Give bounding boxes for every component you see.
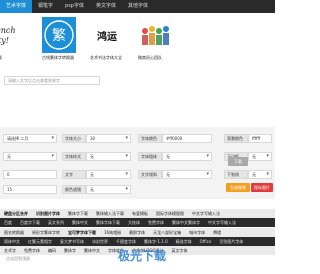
thumbnail-card[interactable]: 鸿运 艺术书法字体大全 [90, 17, 124, 63]
tag-link[interactable]: 识别图片字体 [32, 211, 64, 217]
thumbnail-caption: 下载 [0, 55, 28, 61]
tag-link[interactable]: 中文字写输入法 [204, 220, 240, 226]
thumbnail-caption: 微商初心团队 [138, 55, 162, 60]
thumbnail-caption: 古钱繁体字转换器 [42, 55, 74, 60]
thumbnail-card[interactable]: 微商初心团队 [138, 17, 172, 63]
tag-link[interactable]: 复大梦书写体 [56, 239, 88, 245]
tag-link[interactable]: 最鲜字体 [125, 230, 149, 236]
svg-text:鸿运: 鸿运 [97, 30, 117, 43]
svg-text:ench: ench [0, 26, 16, 35]
tag-link[interactable]: 国际字体模版图 [152, 211, 188, 217]
thumbnail-image: 鸿运 [90, 17, 124, 53]
font-color-label: 字体颜色 [138, 134, 162, 143]
font-color-input[interactable]: #ff0000 [162, 134, 212, 143]
save-image-button[interactable]: 保存图片 [251, 183, 273, 192]
font-bold-select[interactable]: 无 [162, 152, 212, 161]
tag-row: 图名转换器 原形字繁体字转 宝可梦字体下载 16纯相册 最鲜字体 天龙八部好宝箱… [0, 228, 275, 237]
text-label: 文字 [62, 170, 86, 179]
nav-tab-psp-font[interactable]: psp字体 [59, 0, 90, 13]
underline-label: 下划线 [224, 170, 248, 179]
tag-link[interactable]: 繁体中文 [68, 220, 92, 226]
tag-row: 百度 百度字下载 英文系列 繁体中文 繁体字体下载 大枝体 免费字体 繁体中文繁… [0, 218, 275, 227]
text-italic-label: 文字倾斜 [138, 170, 162, 179]
tag-link[interactable]: 繁体字下载 [64, 211, 92, 217]
tag-link[interactable]: 大枝体 [124, 220, 144, 226]
tag-link[interactable]: 精选字体 [172, 239, 196, 245]
tag-link[interactable]: 16纯相册 [100, 230, 125, 236]
numeric-input[interactable]: 15 [3, 185, 57, 194]
color-filter-select[interactable]: 无 [86, 185, 131, 194]
tag-link[interactable]: 繁体中文繁体字 [168, 220, 204, 226]
svg-text:ty!: ty! [0, 36, 9, 45]
tag-link[interactable]: 英文字体 [167, 248, 191, 254]
tag-link[interactable]: 城市字体 [185, 230, 209, 236]
tag-link[interactable]: 图名转换器 [0, 230, 28, 236]
thumbnail-caption: 艺术书法字体大全 [90, 55, 122, 60]
page: 艺术字体 钢笔字 psp字体 英文字体 其他字体 ench ty! 下载 繁 古… [0, 0, 275, 274]
underline-select[interactable]: 无 [248, 170, 272, 179]
tag-link[interactable]: 识别图片字体 [215, 239, 247, 245]
tag-link[interactable]: 英文系列 [44, 220, 68, 226]
tag-link[interactable]: 中文字写输入法 [188, 211, 224, 217]
tag-link[interactable]: 繁体字体下载 [92, 220, 124, 226]
nav-tab-english-font[interactable]: 英文字体 [90, 0, 122, 13]
color-filter-label: 颜色滤镜 [62, 185, 86, 194]
nav-tab-other-font[interactable]: 其他字体 [122, 0, 154, 13]
tag-link[interactable]: 免费字体 [20, 248, 44, 254]
tag-row: 硬盘分区合并 识别图片字体 繁体字下载 繁体输入法下载 有爱模板 国际字体模版图… [0, 209, 275, 218]
thumbnail-image: 繁 [42, 17, 76, 53]
nav-tab-pen-font[interactable]: 钢笔字 [32, 0, 59, 13]
bg-color-label: 背景颜色 [224, 134, 248, 143]
tag-link[interactable]: Office [196, 239, 216, 244]
text-select[interactable]: 无 [86, 170, 131, 179]
tag-link[interactable]: 冰封世界 [88, 239, 112, 245]
bottom-border-select[interactable]: 无 [248, 152, 272, 161]
thumbnail-card[interactable]: ench ty! 下载 [0, 17, 28, 63]
font-style-select[interactable]: 无 [86, 152, 131, 161]
numeric-input[interactable]: 0 [3, 170, 57, 179]
tag-link[interactable]: 简体中文 [0, 239, 24, 245]
font-size-label: 字体大小 [62, 134, 86, 143]
nav-tab-art-font[interactable]: 艺术字体 [0, 0, 33, 13]
tag-link[interactable]: 百度字下载 [16, 220, 44, 226]
tag-link[interactable]: 宝可梦字体下载 [64, 230, 100, 236]
thumbnail-image [138, 17, 172, 53]
thumbnail-row: ench ty! 下载 繁 古钱繁体字转换器 鸿运 艺术书法字体大全 [0, 17, 275, 63]
tag-link[interactable]: 繁体输入法下载 [92, 211, 128, 217]
font-select[interactable]: 请选择 二月 [3, 134, 57, 143]
tag-link[interactable]: 繁体字 [60, 248, 80, 254]
bg-color-input[interactable]: ffffff [248, 134, 272, 143]
tag-link[interactable]: 百度 [0, 220, 16, 226]
thumbnail-card[interactable]: 繁 古钱繁体字转换器 [42, 17, 76, 63]
tag-link[interactable]: 繁体中文 [80, 248, 104, 254]
generate-button[interactable]: 生成效果 [226, 183, 250, 192]
font-size-select[interactable]: 30 [86, 134, 131, 143]
tag-link[interactable]: 艺术字 [0, 248, 20, 254]
back-to-top-link[interactable]: 点击回到顶部 [6, 256, 30, 262]
tag-link[interactable]: 有爱模板 [128, 211, 152, 217]
tag-link[interactable]: 编码 [44, 248, 60, 254]
font-style-label: 字体样式 [62, 152, 86, 161]
text-input[interactable]: 请输入文字后点击查看效果字 [4, 76, 100, 85]
tag-link[interactable]: 免费字体 [144, 220, 168, 226]
tag-link[interactable]: 硬盘分区合并 [0, 211, 32, 217]
tag-link[interactable]: 红繁元素相字 [24, 239, 56, 245]
svg-text:繁: 繁 [52, 28, 66, 44]
watermark-logo: 极光下载 [118, 249, 167, 263]
text-italic-select[interactable]: 无 [162, 170, 212, 179]
tag-link[interactable]: 原形字繁体字转 [28, 230, 64, 236]
tag-link[interactable]: 繁体字-1.1.0 [140, 239, 172, 245]
tag-link[interactable]: 天龙八部好宝箱 [149, 230, 185, 236]
download-button[interactable]: 下载 [228, 157, 248, 166]
top-nav: 艺术字体 钢笔字 psp字体 英文字体 其他字体 [0, 0, 275, 13]
thumbnail-image: ench ty! [0, 17, 28, 53]
font-bold-label: 字体粗体 [138, 152, 162, 161]
tag-link[interactable]: 牌楼 [209, 230, 225, 236]
tag-link[interactable]: 千图变字体 [112, 239, 140, 245]
option-select[interactable]: 无 [3, 152, 57, 161]
tag-row: 简体中文 红繁元素相字 复大梦书写体 冰封世界 千图变字体 繁体字-1.1.0 … [0, 237, 275, 246]
